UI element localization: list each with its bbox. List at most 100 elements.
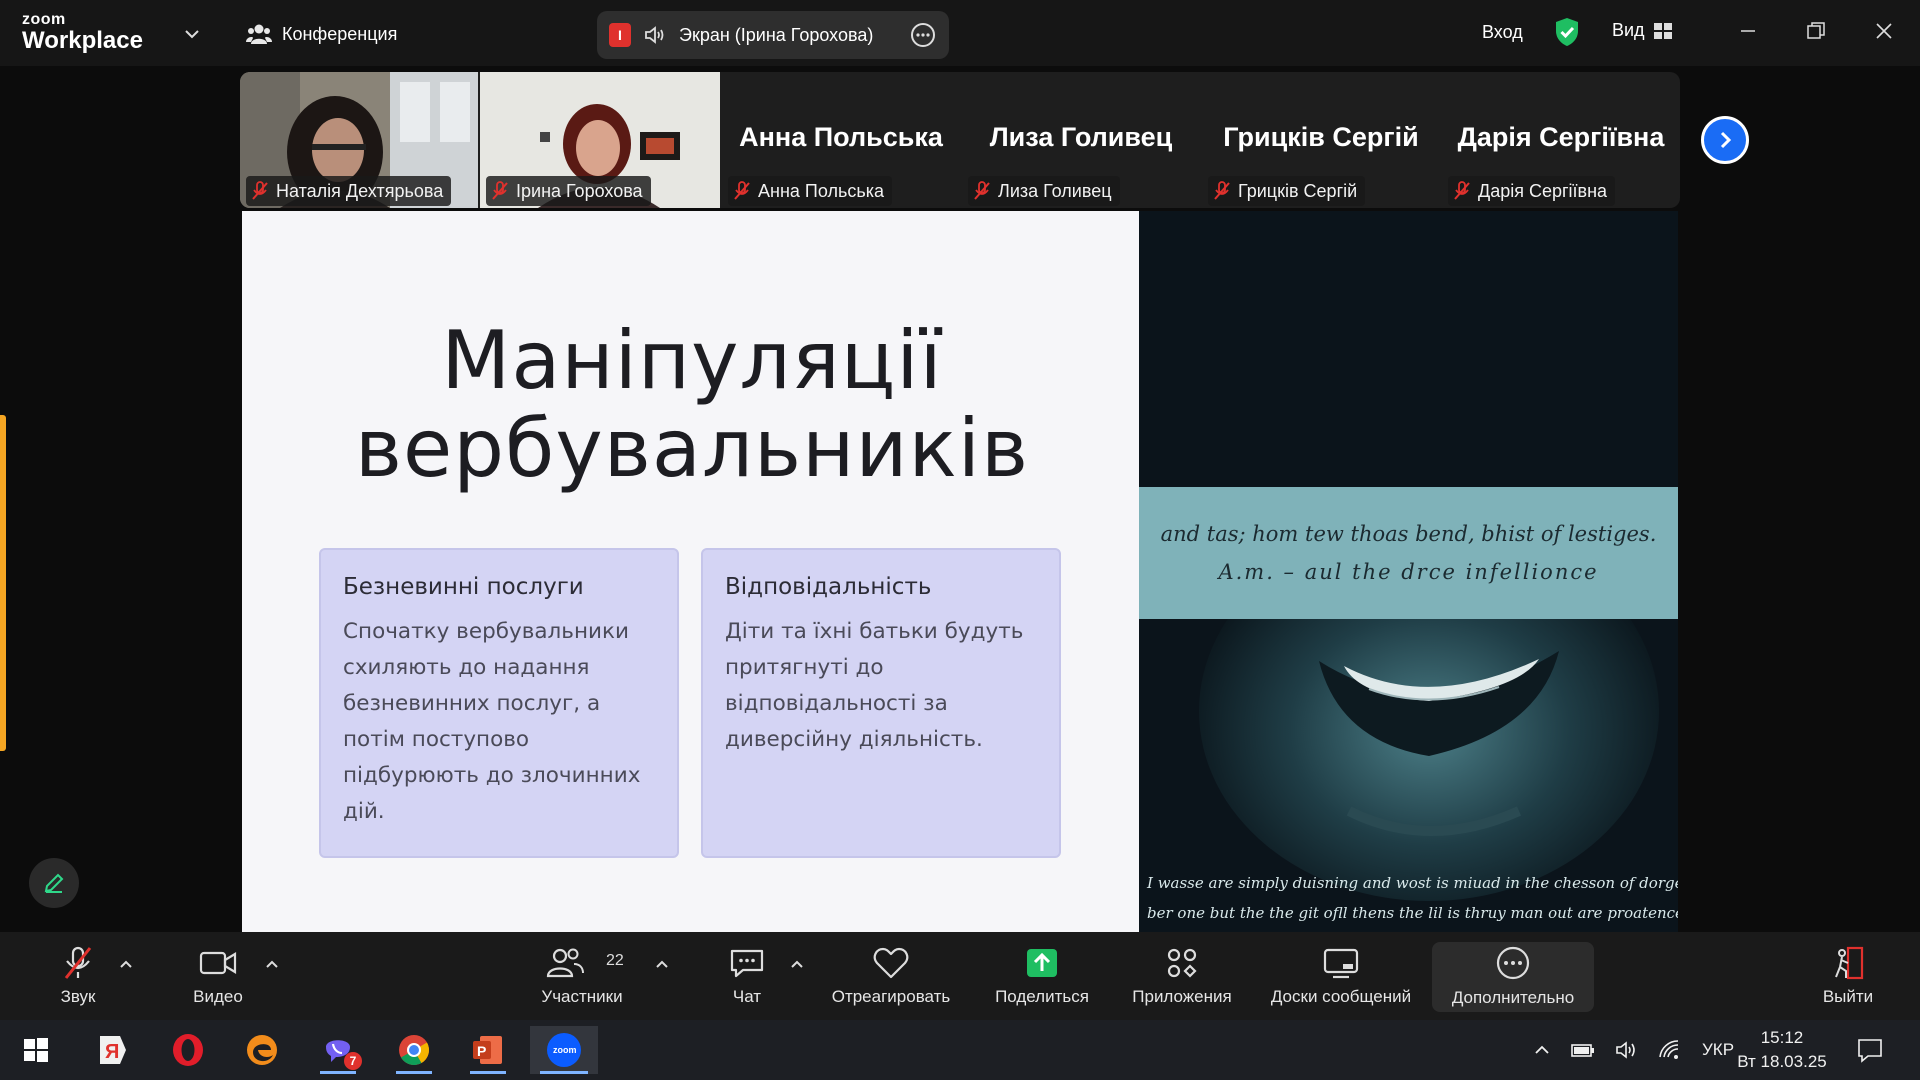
viber-badge: 7 bbox=[344, 1052, 362, 1070]
chevron-down-icon[interactable] bbox=[182, 24, 202, 44]
participant-display-name: Грицків Сергій bbox=[1223, 122, 1419, 152]
card-line: диверсійну діяльність. bbox=[725, 727, 983, 752]
taskbar-opera[interactable] bbox=[160, 1026, 216, 1074]
more-label: Дополнительно bbox=[1451, 988, 1575, 1007]
powerpoint-icon: P bbox=[473, 1036, 502, 1064]
audio-label: Звук bbox=[60, 987, 96, 1006]
card-text: Спочатку вербувальники схиляють до надан… bbox=[343, 614, 655, 830]
video-camera-icon bbox=[199, 951, 237, 975]
system-clock[interactable]: 15:12 Вт 18.03.25 bbox=[1734, 1026, 1830, 1074]
taskbar-yandex-browser[interactable]: Я bbox=[84, 1026, 140, 1074]
zoom-app-icon: zoom bbox=[547, 1033, 581, 1067]
slide-card: Безневинні послуги Спочатку вербувальник… bbox=[319, 548, 679, 858]
taskbar-chrome[interactable] bbox=[386, 1026, 442, 1074]
participant-tile-active[interactable]: Ірина Горохова bbox=[480, 72, 720, 208]
slide-title-line: Маніпуляції bbox=[441, 314, 943, 407]
logo-workplace-text: Workplace bbox=[22, 27, 143, 54]
participant-tile[interactable]: Лиза Голивец Лиза Голивец bbox=[962, 72, 1200, 208]
keyboard-language[interactable]: УКР bbox=[1702, 1040, 1734, 1060]
mic-muted-icon bbox=[492, 181, 508, 200]
participants-button[interactable]: Участники bbox=[530, 932, 634, 1020]
image-quote-band: and tas; hom tew thoas bend, bhist of le… bbox=[1139, 487, 1678, 619]
card-line: схиляють до надання bbox=[343, 655, 590, 680]
zoom-meeting-window: zoom Workplace Конференция I Экран (Ірин… bbox=[0, 0, 1920, 1080]
next-page-button[interactable] bbox=[1701, 116, 1749, 164]
zoom-workplace-logo[interactable]: zoom Workplace bbox=[22, 12, 162, 56]
taskbar-powerpoint[interactable]: P bbox=[460, 1026, 516, 1074]
notifications-button[interactable] bbox=[1856, 1020, 1884, 1080]
leave-label: Выйти bbox=[1822, 987, 1874, 1006]
participant-tile[interactable]: Анна Польська Анна Польська bbox=[722, 72, 960, 208]
conference-info-button[interactable]: Конференция bbox=[246, 20, 397, 48]
chevron-up-icon[interactable] bbox=[262, 954, 282, 974]
participant-tile[interactable]: Грицків Сергій Грицків Сергій bbox=[1202, 72, 1440, 208]
security-shield-icon[interactable] bbox=[1553, 16, 1581, 48]
chevron-up-icon[interactable] bbox=[116, 954, 136, 974]
opera-icon bbox=[173, 1034, 203, 1066]
shared-screen-slide: Маніпуляції вербувальників Безневинні по… bbox=[242, 211, 1678, 932]
logo-zoom-text: zoom bbox=[22, 11, 66, 28]
svg-text:P: P bbox=[477, 1043, 486, 1059]
windows-start-button[interactable] bbox=[8, 1026, 64, 1074]
taskbar-viber[interactable]: 7 bbox=[310, 1026, 366, 1074]
mic-muted-icon bbox=[734, 181, 750, 200]
edge-browser-icon bbox=[247, 1035, 277, 1065]
running-indicator bbox=[470, 1071, 506, 1074]
chat-button[interactable]: Чат bbox=[711, 932, 783, 1020]
chevron-right-icon bbox=[1720, 131, 1732, 149]
participant-name: Наталія Дехтярьова bbox=[276, 180, 444, 201]
taskbar-edge[interactable] bbox=[234, 1026, 290, 1074]
more-options-icon[interactable] bbox=[909, 21, 937, 49]
chevron-up-icon[interactable] bbox=[652, 954, 672, 974]
wifi-icon[interactable] bbox=[1658, 1039, 1684, 1061]
apps-button[interactable]: Приложения bbox=[1124, 932, 1240, 1020]
leave-button[interactable]: Выйти bbox=[1812, 932, 1884, 1020]
image-caption: I wasse are simply duisning and wost is … bbox=[1147, 868, 1678, 928]
close-button[interactable] bbox=[1866, 16, 1902, 46]
card-line: безневинних послуг, а bbox=[343, 691, 601, 716]
taskbar-zoom[interactable]: zoom bbox=[530, 1026, 598, 1074]
screen-share-indicator[interactable]: I Экран (Ірина Горохова) bbox=[597, 11, 949, 59]
participants-label: Участники bbox=[541, 987, 623, 1006]
view-button[interactable]: Вид bbox=[1612, 20, 1673, 41]
conference-label: Конференция bbox=[282, 23, 398, 44]
participant-tile[interactable]: Дарія Сергіївна Дарія Сергіївна bbox=[1442, 72, 1680, 208]
meeting-toolbar: Звук Видео Участники 22 Чат Отреагироват… bbox=[0, 932, 1920, 1020]
battery-icon[interactable] bbox=[1570, 1040, 1596, 1060]
people-icon bbox=[246, 24, 272, 44]
annotate-button[interactable] bbox=[29, 858, 79, 908]
side-panel-handle[interactable] bbox=[0, 415, 6, 751]
chat-label: Чат bbox=[732, 987, 762, 1006]
share-screen-button[interactable]: Поделиться bbox=[986, 932, 1098, 1020]
running-indicator bbox=[540, 1071, 588, 1074]
more-button[interactable]: Дополнительно bbox=[1432, 942, 1594, 1012]
audio-button[interactable]: Звук bbox=[40, 932, 116, 1020]
participant-tile[interactable]: Наталія Дехтярьова bbox=[240, 72, 478, 208]
login-button[interactable]: Вход bbox=[1482, 22, 1523, 43]
whiteboards-button[interactable]: Доски сообщений bbox=[1258, 932, 1424, 1020]
participant-display-name: Анна Польська bbox=[739, 122, 943, 152]
pencil-icon bbox=[44, 873, 64, 893]
participants-count: 22 bbox=[606, 952, 624, 969]
image-caption-line: I wasse are simply duisning and wost is … bbox=[1147, 874, 1678, 892]
card-heading: Безневинні послуги bbox=[343, 574, 584, 600]
participant-strip: Наталія Дехтярьова Ірина Горохова Анна П… bbox=[240, 72, 1680, 208]
participant-name-tag: Наталія Дехтярьова bbox=[246, 176, 452, 206]
participant-name: Лиза Голивец bbox=[998, 180, 1112, 201]
react-button[interactable]: Отреагировать bbox=[820, 932, 962, 1020]
chevron-up-icon[interactable] bbox=[787, 954, 807, 974]
video-button[interactable]: Видео bbox=[180, 932, 256, 1020]
card-line: притягнуті до bbox=[725, 655, 884, 680]
minimize-button[interactable] bbox=[1730, 16, 1766, 46]
chevron-up-icon[interactable] bbox=[1532, 1040, 1552, 1060]
volume-icon[interactable] bbox=[1614, 1039, 1640, 1061]
restore-button[interactable] bbox=[1798, 16, 1834, 46]
windows-taskbar: Я 7 P zoom УКР 15:12 Вт 18.03.25 bbox=[0, 1020, 1920, 1080]
card-line: потім поступово bbox=[343, 727, 530, 752]
speaker-icon[interactable] bbox=[643, 23, 667, 47]
image-quote-line: A.m. – aul the drce infellionce bbox=[1218, 560, 1599, 584]
mic-muted-icon bbox=[1454, 181, 1470, 200]
yandex-browser-icon: Я bbox=[100, 1036, 126, 1064]
close-icon bbox=[1876, 23, 1892, 39]
card-line: дій. bbox=[343, 799, 385, 824]
